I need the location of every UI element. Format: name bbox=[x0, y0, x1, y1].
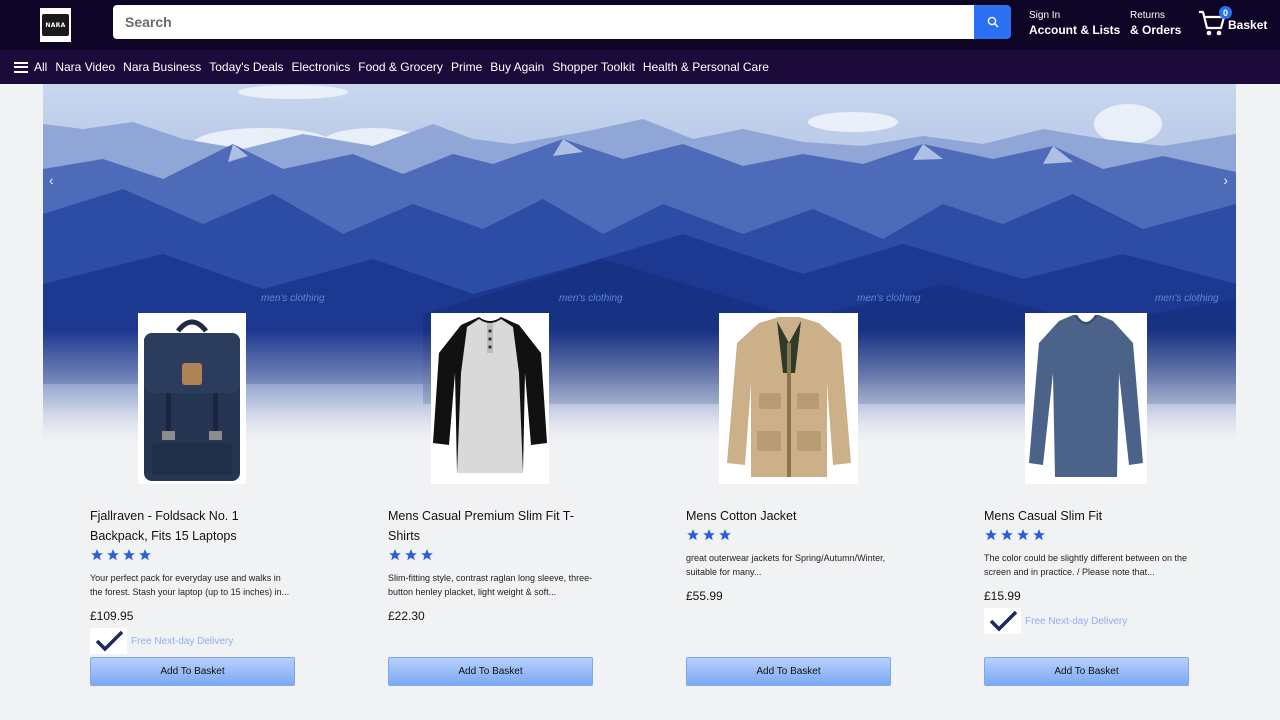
product-rating bbox=[984, 528, 1046, 542]
free-delivery-badge: Free Next-day Delivery bbox=[984, 608, 1127, 634]
product-rating bbox=[388, 548, 434, 562]
product-title[interactable]: Mens Cotton Jacket bbox=[686, 506, 891, 526]
product-price: £15.99 bbox=[984, 589, 1021, 603]
star-icon bbox=[1033, 529, 1045, 541]
product-description: great outerwear jackets for Spring/Autum… bbox=[686, 553, 886, 577]
returns-label: Returns bbox=[1130, 10, 1166, 21]
star-icon bbox=[139, 549, 151, 561]
product-image-backpack[interactable] bbox=[138, 313, 246, 484]
delivery-text: Free Next-day Delivery bbox=[131, 635, 234, 647]
henley-tshirt-image bbox=[433, 317, 547, 473]
logo-text: NARA bbox=[45, 21, 66, 29]
nav-item-todays-deals[interactable]: Today's Deals bbox=[209, 60, 283, 74]
product-rating bbox=[90, 548, 152, 562]
add-to-basket-button[interactable]: Add To Basket bbox=[388, 657, 593, 686]
star-icon bbox=[91, 549, 103, 561]
product-title[interactable]: Mens Casual Premium Slim Fit T-Shirts bbox=[388, 506, 593, 546]
account-lists-label: Account & Lists bbox=[1029, 23, 1121, 37]
nav-item-nara-business[interactable]: Nara Business bbox=[123, 60, 201, 74]
top-header: NARA Sign In Account & Lists Returns & O… bbox=[0, 0, 1280, 50]
star-icon bbox=[1017, 529, 1029, 541]
product-title[interactable]: Fjallraven - Foldsack No. 1 Backpack, Fi… bbox=[90, 506, 295, 546]
nav-item-health-personal-care[interactable]: Health & Personal Care bbox=[643, 60, 769, 74]
nav-item-electronics[interactable]: Electronics bbox=[292, 60, 351, 74]
search-button[interactable] bbox=[974, 5, 1011, 39]
product-image-jacket[interactable] bbox=[719, 313, 858, 484]
product-category-label: men's clothing bbox=[857, 293, 921, 304]
search-icon bbox=[987, 16, 999, 28]
category-nav: All Nara Video Nara Business Today's Dea… bbox=[0, 50, 1280, 84]
returns-orders-link[interactable]: Returns & Orders bbox=[1130, 8, 1181, 38]
product-rating bbox=[686, 528, 732, 542]
nav-item-food-grocery[interactable]: Food & Grocery bbox=[358, 60, 443, 74]
nav-item-prime[interactable]: Prime bbox=[451, 60, 482, 74]
search-input[interactable] bbox=[113, 5, 974, 39]
product-description: Your perfect pack for everyday use and w… bbox=[90, 573, 290, 597]
product-category-label: men's clothing bbox=[1155, 293, 1219, 304]
logo-badge: NARA bbox=[42, 14, 69, 36]
account-lists-link[interactable]: Sign In Account & Lists bbox=[1029, 8, 1120, 38]
basket-label: Basket bbox=[1228, 18, 1268, 32]
star-icon bbox=[719, 529, 731, 541]
star-icon bbox=[703, 529, 715, 541]
add-to-basket-button[interactable]: Add To Basket bbox=[90, 657, 295, 686]
star-icon bbox=[107, 549, 119, 561]
nav-item-nara-video[interactable]: Nara Video bbox=[55, 60, 115, 74]
backpack-image bbox=[144, 319, 240, 481]
long-sleeve-shirt-image bbox=[1029, 315, 1143, 477]
star-icon bbox=[1001, 529, 1013, 541]
star-icon bbox=[405, 549, 417, 561]
product-price: £22.30 bbox=[388, 609, 425, 623]
all-label: All bbox=[34, 60, 48, 74]
site-logo[interactable]: NARA bbox=[40, 8, 71, 42]
checkmark-icon bbox=[90, 628, 127, 654]
checkmark-icon bbox=[984, 608, 1021, 634]
star-icon bbox=[421, 549, 433, 561]
product-category-label: men's clothing bbox=[261, 293, 325, 304]
star-icon bbox=[985, 529, 997, 541]
add-to-basket-button[interactable]: Add To Basket bbox=[984, 657, 1189, 686]
product-image-tshirt[interactable] bbox=[431, 313, 549, 484]
orders-label: & Orders bbox=[1130, 23, 1182, 37]
delivery-text: Free Next-day Delivery bbox=[1025, 615, 1128, 627]
star-icon bbox=[123, 549, 135, 561]
cotton-jacket-image bbox=[727, 317, 851, 477]
product-category-label: men's clothing bbox=[559, 293, 623, 304]
free-delivery-badge: Free Next-day Delivery bbox=[90, 628, 233, 654]
basket-button[interactable]: 0 Basket bbox=[1198, 6, 1268, 40]
product-image-slim-fit[interactable] bbox=[1025, 313, 1147, 484]
product-price: £109.95 bbox=[90, 609, 134, 623]
hamburger-menu-icon bbox=[14, 61, 28, 73]
star-icon bbox=[389, 549, 401, 561]
product-title[interactable]: Mens Casual Slim Fit bbox=[984, 506, 1189, 526]
star-icon bbox=[687, 529, 699, 541]
all-menu-button[interactable]: All bbox=[14, 60, 47, 74]
sign-in-label: Sign In bbox=[1029, 10, 1061, 21]
hero-prev-arrow[interactable]: ‹ bbox=[49, 172, 54, 188]
product-price: £55.99 bbox=[686, 589, 723, 603]
nav-item-shopper-toolkit[interactable]: Shopper Toolkit bbox=[552, 60, 635, 74]
nav-item-buy-again[interactable]: Buy Again bbox=[490, 60, 544, 74]
hero-next-arrow[interactable]: › bbox=[1223, 172, 1228, 188]
product-description: Slim-fitting style, contrast raglan long… bbox=[388, 573, 593, 597]
product-description: The color could be slightly different be… bbox=[984, 553, 1187, 577]
add-to-basket-button[interactable]: Add To Basket bbox=[686, 657, 891, 686]
